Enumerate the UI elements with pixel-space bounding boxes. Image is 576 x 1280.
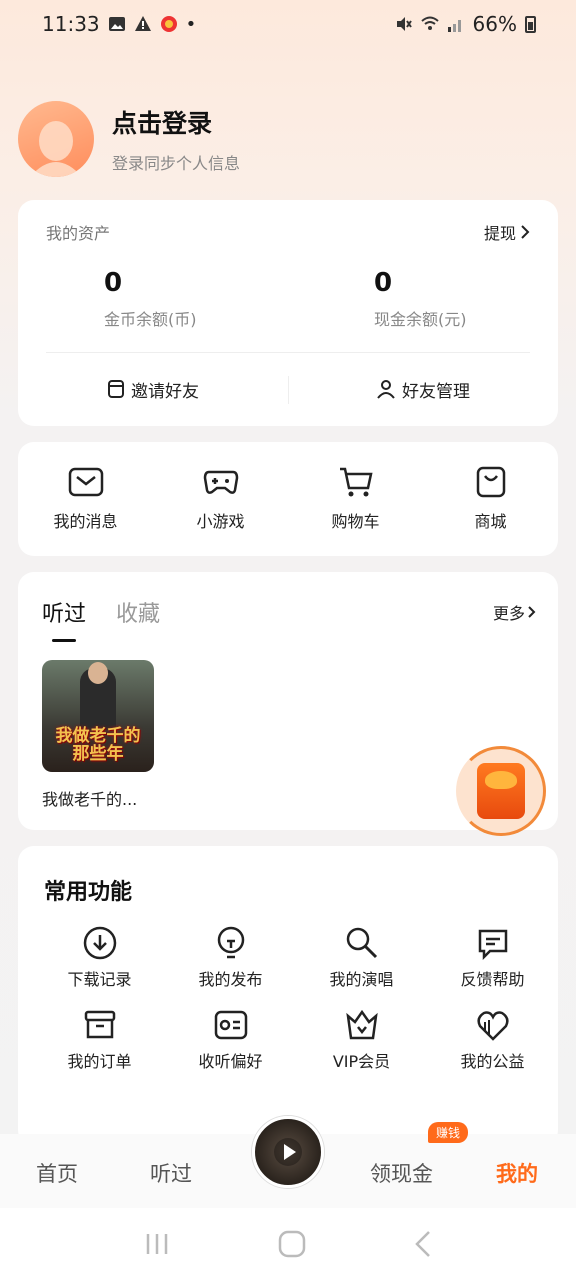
- microphone-icon: [346, 927, 377, 959]
- assets-card: 我的资产 提现 0 金币余额(币) 0 现金余额(元) 邀请好友 好友管理: [18, 200, 558, 426]
- cash-value: 0: [374, 268, 393, 298]
- book-item[interactable]: 我做老千的那些年 我做老千的...: [42, 660, 154, 810]
- more-button[interactable]: 更多: [493, 600, 536, 624]
- avatar[interactable]: [18, 101, 94, 177]
- vip-label: VIP会员: [332, 1052, 391, 1071]
- crown-icon: [345, 1009, 378, 1040]
- nav-get-cash[interactable]: 领现金: [370, 1158, 433, 1188]
- book-title: 我做老千的...: [42, 790, 138, 809]
- recent-apps-icon[interactable]: [144, 1232, 170, 1256]
- feedback-label: 反馈帮助: [460, 970, 525, 989]
- feedback-help-button[interactable]: 反馈帮助: [427, 926, 558, 990]
- shopping-bag-icon: [476, 466, 505, 498]
- back-icon[interactable]: [414, 1230, 432, 1258]
- login-title[interactable]: 点击登录: [112, 104, 240, 140]
- listening-preference-button[interactable]: 收听偏好: [165, 1008, 296, 1072]
- nav-home[interactable]: 首页: [36, 1158, 78, 1188]
- login-header[interactable]: 点击登录 登录同步个人信息: [18, 96, 558, 182]
- more-label: 更多: [492, 604, 525, 623]
- gamepad-icon: [203, 470, 238, 494]
- mail-icon: [68, 467, 103, 497]
- battery-icon: [525, 15, 536, 33]
- red-packet-icon: [477, 763, 525, 819]
- mute-icon: [396, 17, 412, 31]
- id-card-icon: [214, 1010, 247, 1040]
- download-icon: [83, 926, 116, 960]
- cover-figure-head: [88, 662, 108, 684]
- app-notification-icon: [160, 16, 177, 32]
- cover-title-art: 我做老千的那些年: [55, 726, 141, 765]
- assets-label: 我的资产: [46, 224, 111, 243]
- more-notifications-dot: •: [185, 13, 197, 35]
- chevron-right-icon: [521, 225, 530, 239]
- invite-friends-button[interactable]: 邀请好友: [18, 377, 288, 402]
- shopping-cart-label: 购物车: [331, 512, 380, 531]
- manage-friends-button[interactable]: 好友管理: [288, 377, 558, 402]
- my-orders-button[interactable]: 我的订单: [34, 1008, 165, 1072]
- bulb-icon: [217, 926, 244, 959]
- charity-label: 我的公益: [460, 1052, 525, 1071]
- shortcuts-card: 我的消息 小游戏 购物车 商城: [18, 442, 558, 556]
- gallery-icon: [108, 17, 125, 31]
- coin-value: 0: [104, 268, 123, 298]
- invite-icon: [108, 380, 124, 398]
- book-cover[interactable]: 我做老千的那些年: [42, 660, 154, 772]
- my-singing-button[interactable]: 我的演唱: [296, 926, 427, 990]
- my-charity-button[interactable]: 我的公益: [427, 1008, 558, 1072]
- mall-label: 商城: [474, 512, 507, 531]
- mini-games-label: 小游戏: [196, 512, 245, 531]
- coin-balance[interactable]: 0 金币余额(币): [18, 268, 288, 330]
- common-functions-card: 常用功能 下载记录 我的发布 我的演唱 反馈帮助 我的订单 收听偏好 VIP会员: [18, 846, 558, 1146]
- mall-button[interactable]: 商城: [423, 442, 558, 556]
- withdraw-label: 提现: [483, 224, 516, 243]
- download-history-button[interactable]: 下载记录: [34, 926, 165, 990]
- singing-label: 我的演唱: [329, 970, 394, 989]
- red-packet-float-button[interactable]: [456, 746, 546, 836]
- home-icon[interactable]: [278, 1230, 306, 1258]
- divider: [288, 376, 289, 404]
- signal-icon: [447, 20, 461, 32]
- default-avatar-icon: [30, 121, 82, 177]
- cash-label: 现金余额(元): [374, 310, 467, 329]
- nav-listened[interactable]: 听过: [150, 1158, 192, 1188]
- tab-listened[interactable]: 听过: [42, 596, 86, 642]
- warning-icon: [134, 16, 151, 31]
- earn-badge: 赚钱: [428, 1122, 469, 1143]
- wifi-icon: [420, 16, 439, 30]
- player-disc-button[interactable]: [252, 1116, 324, 1188]
- tab-favorites[interactable]: 收藏: [116, 596, 160, 628]
- my-messages-label: 我的消息: [53, 512, 118, 531]
- withdraw-button[interactable]: 提现: [484, 220, 530, 244]
- mini-games-button[interactable]: 小游戏: [153, 442, 288, 556]
- manage-label: 好友管理: [402, 381, 470, 402]
- system-nav-bar: [0, 1208, 576, 1280]
- login-subtitle: 登录同步个人信息: [112, 154, 241, 173]
- play-icon: [274, 1138, 302, 1166]
- cash-balance[interactable]: 0 现金余额(元): [288, 268, 558, 330]
- functions-title: 常用功能: [44, 880, 133, 905]
- box-icon: [84, 1010, 115, 1039]
- person-icon: [377, 380, 395, 399]
- status-bar: 11:33 • 66%: [0, 0, 576, 48]
- battery-percent: 66%: [472, 12, 517, 36]
- nav-mine[interactable]: 我的: [496, 1158, 538, 1188]
- coin-label: 金币余额(币): [104, 310, 197, 329]
- orders-label: 我的订单: [67, 1052, 132, 1071]
- preference-label: 收听偏好: [198, 1052, 263, 1071]
- feedback-icon: [478, 929, 507, 960]
- chevron-right-icon: [528, 606, 536, 618]
- shopping-cart-button[interactable]: 购物车: [288, 442, 423, 556]
- my-messages-button[interactable]: 我的消息: [18, 442, 153, 556]
- invite-label: 邀请好友: [131, 381, 199, 402]
- heart-hand-icon: [476, 1011, 509, 1041]
- my-publish-button[interactable]: 我的发布: [165, 926, 296, 990]
- download-label: 下载记录: [67, 970, 132, 989]
- publish-label: 我的发布: [198, 970, 263, 989]
- status-time: 11:33: [42, 12, 100, 36]
- vip-member-button[interactable]: VIP会员: [296, 1008, 427, 1072]
- cart-icon: [339, 467, 373, 497]
- bottom-nav: 首页 听过 领现金 赚钱 我的: [0, 1116, 576, 1208]
